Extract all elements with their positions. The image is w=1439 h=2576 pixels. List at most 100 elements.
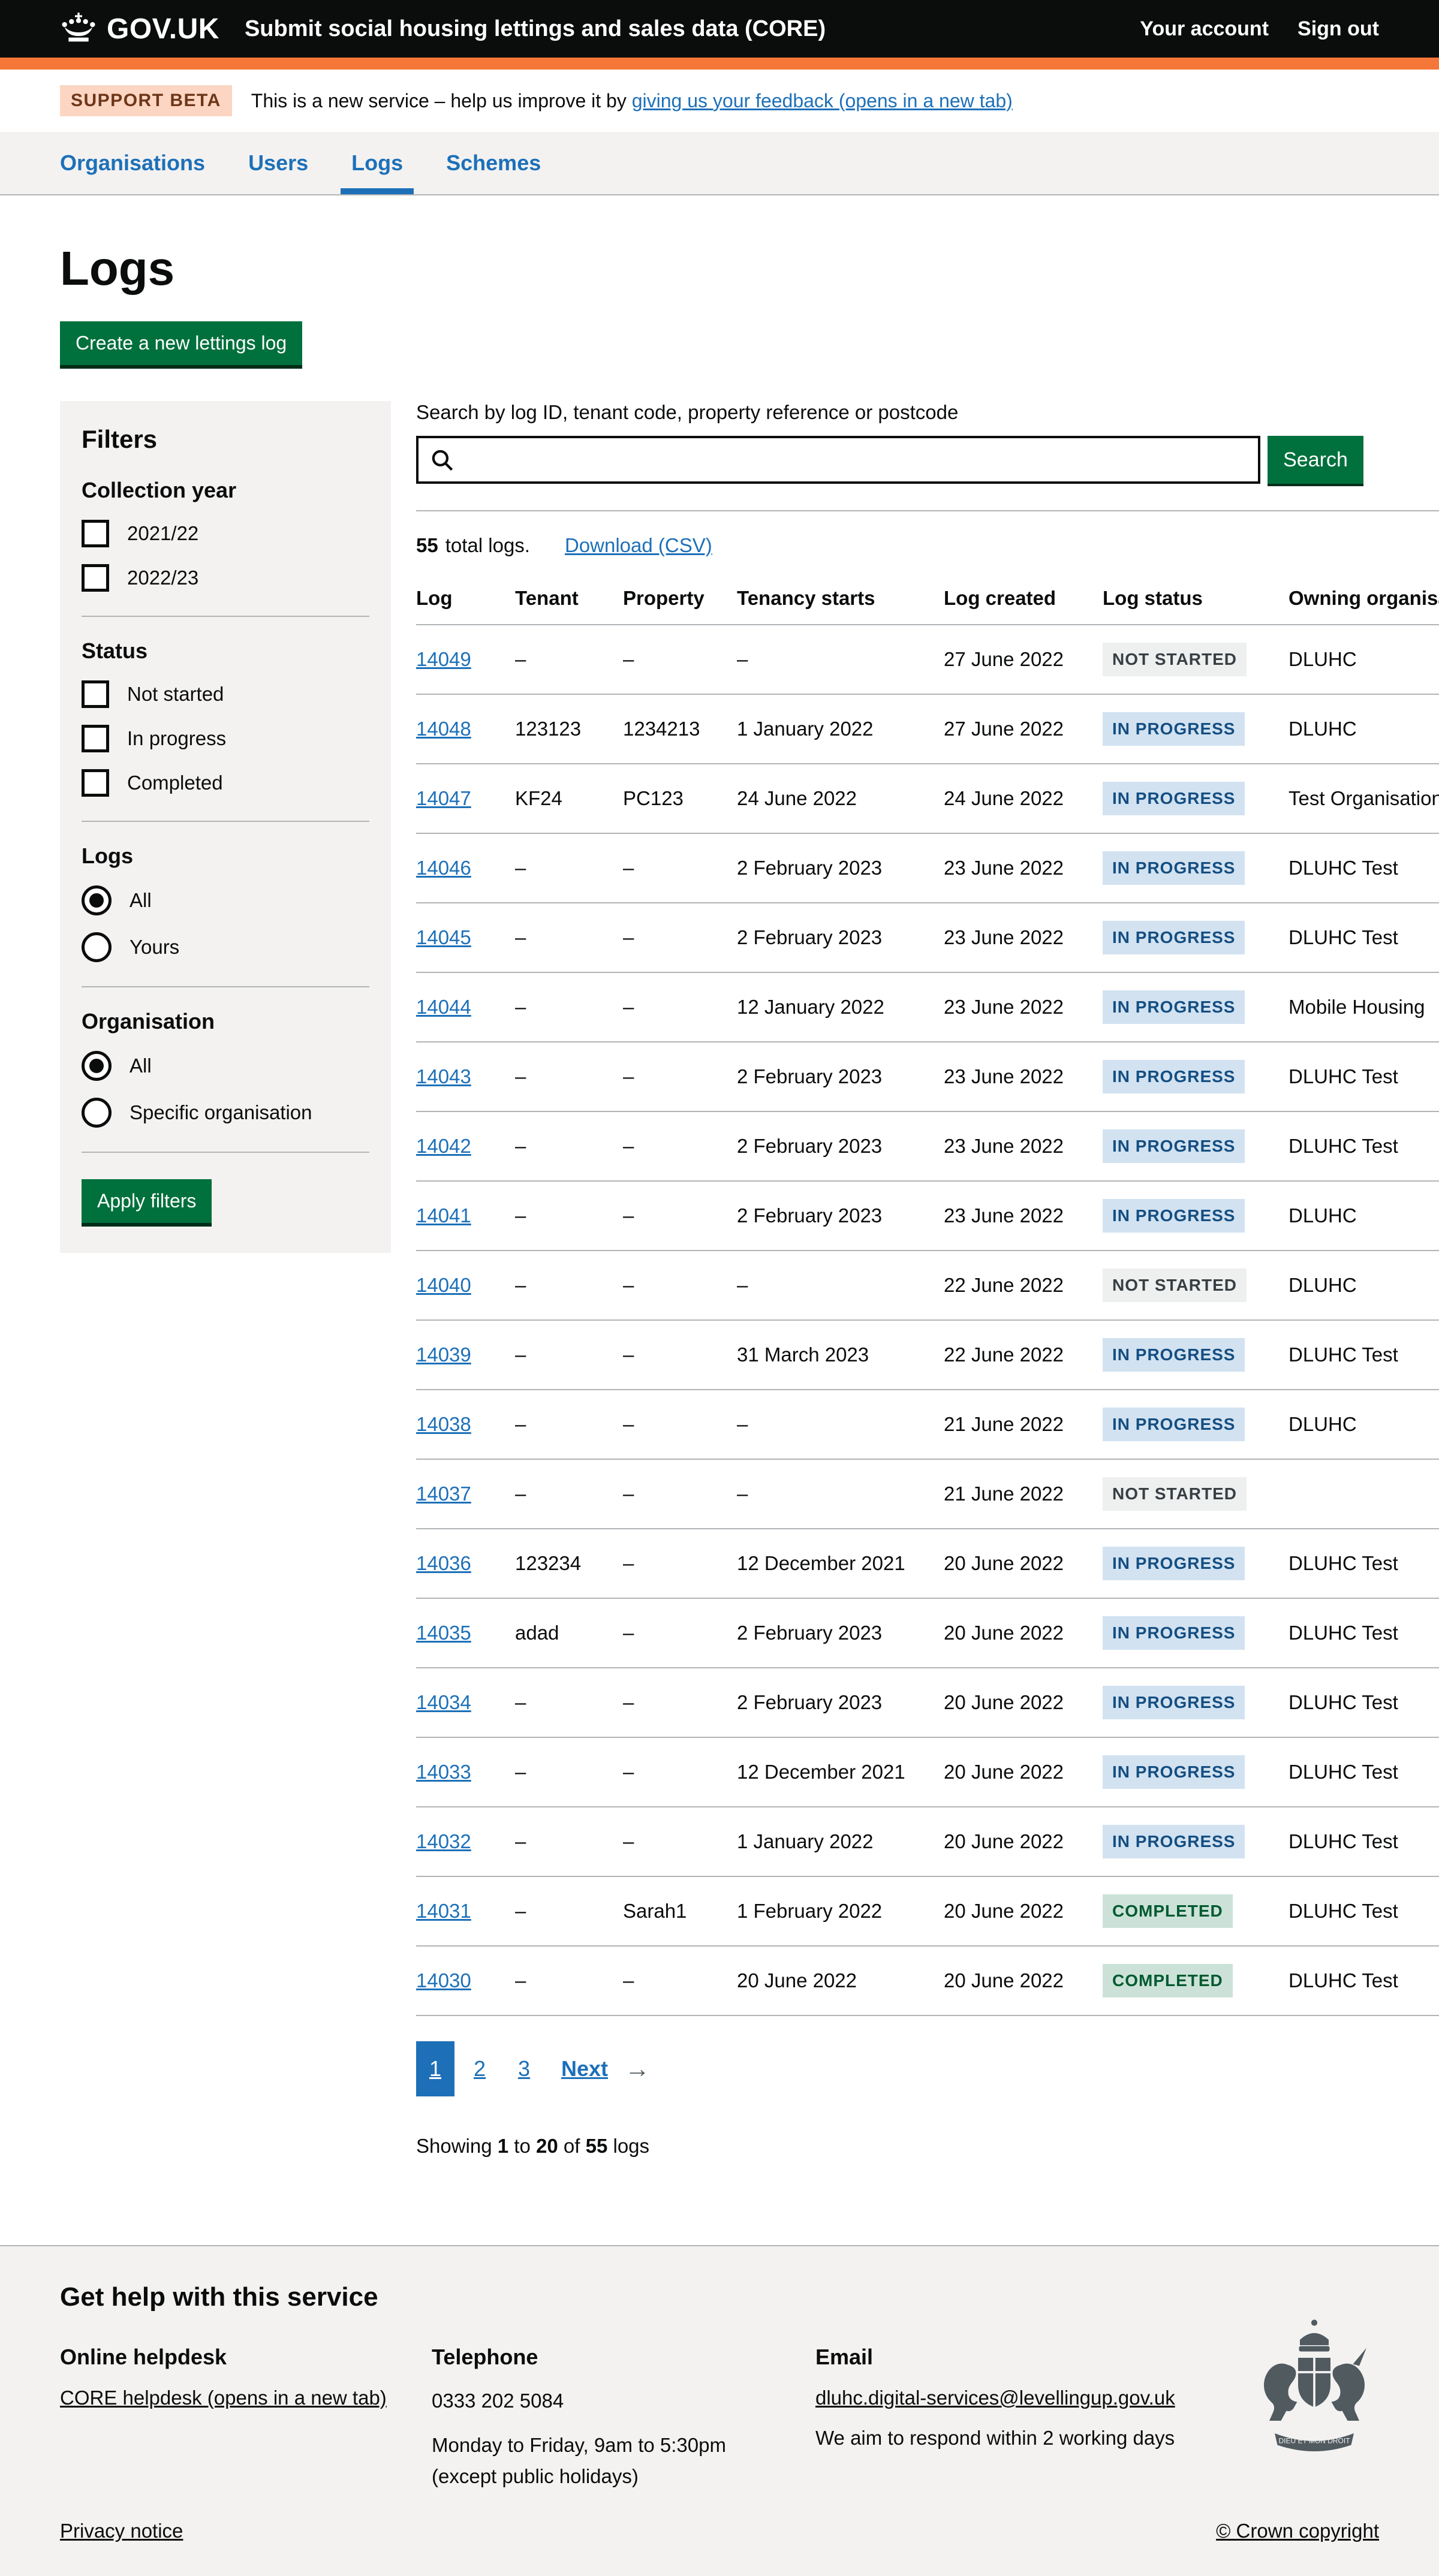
property-cell: – [623, 903, 737, 972]
download-csv-link[interactable]: Download (CSV) [565, 534, 712, 557]
checkbox-option[interactable]: In progress [82, 725, 369, 752]
log-id-link[interactable]: 14046 [416, 857, 471, 879]
radio-option[interactable]: All [82, 1051, 369, 1081]
log-id-link[interactable]: 14033 [416, 1761, 471, 1783]
log-id-link[interactable]: 14043 [416, 1065, 471, 1087]
page-number-link[interactable]: 1 [416, 2041, 454, 2096]
next-page-link[interactable]: Next [561, 2056, 608, 2081]
core-helpdesk-link[interactable]: CORE helpdesk (opens in a new tab) [60, 2387, 387, 2409]
page-number-link[interactable]: 2 [460, 2041, 499, 2096]
radio-button[interactable] [82, 1051, 112, 1081]
radio-option[interactable]: All [82, 885, 369, 915]
checkbox-option[interactable]: 2022/23 [82, 564, 369, 592]
your-account-link[interactable]: Your account [1140, 17, 1269, 41]
status-badge: IN PROGRESS [1103, 782, 1245, 815]
property-cell: – [623, 1251, 737, 1320]
tenant-cell: – [515, 1807, 623, 1876]
results-divider [416, 510, 1439, 511]
table-row: 14032 – – 1 January 2022 20 June 2022 IN… [416, 1807, 1439, 1876]
checkbox[interactable] [82, 725, 109, 752]
tenancy-starts-cell: 2 February 2023 [737, 833, 944, 903]
log-id-link[interactable]: 14040 [416, 1274, 471, 1296]
footer-email: Email dluhc.digital-services@levellingup… [815, 2345, 1235, 2491]
tenancy-starts-cell: 2 February 2023 [737, 1668, 944, 1737]
pagination: 1 2 3 Next → [416, 2041, 1439, 2096]
page-number-link[interactable]: 3 [505, 2041, 543, 2096]
log-id-link[interactable]: 14030 [416, 1969, 471, 1991]
search-button[interactable]: Search [1268, 436, 1363, 484]
radio-option[interactable]: Yours [82, 932, 369, 962]
log-id-link[interactable]: 14041 [416, 1204, 471, 1227]
log-id-link[interactable]: 14047 [416, 787, 471, 809]
nav-item[interactable]: Organisations [60, 132, 205, 194]
nav-item[interactable]: Users [248, 132, 308, 194]
column-header: Tenant [515, 587, 623, 625]
checkbox[interactable] [82, 680, 109, 708]
service-name[interactable]: Submit social housing lettings and sales… [245, 16, 826, 42]
log-id-link[interactable]: 14038 [416, 1413, 471, 1435]
owning-organisation-cell: DLUHC Test [1289, 833, 1439, 903]
footer-online-helpdesk: Online helpdesk CORE helpdesk (opens in … [60, 2345, 432, 2491]
log-id-link[interactable]: 14035 [416, 1622, 471, 1644]
create-lettings-log-button[interactable]: Create a new lettings log [60, 321, 302, 365]
royal-coat-of-arms-icon: DIEU ET MON DROIT [1260, 2317, 1368, 2466]
log-id-link[interactable]: 14042 [416, 1135, 471, 1157]
status-badge: IN PROGRESS [1103, 1199, 1245, 1233]
nav-item[interactable]: Schemes [446, 132, 541, 194]
feedback-link[interactable]: giving us your feedback (opens in a new … [632, 90, 1013, 112]
gov-header: GOV.UK Submit social housing lettings an… [0, 0, 1439, 58]
nav-item[interactable]: Logs [351, 132, 403, 194]
log-id-link[interactable]: 14036 [416, 1552, 471, 1574]
filter-group-collection-year: Collection year 2021/22 2022/23 [82, 478, 369, 617]
owning-organisation-cell: DLUHC [1289, 1181, 1439, 1251]
radio-option[interactable]: Specific organisation [82, 1098, 369, 1128]
log-id-link[interactable]: 14048 [416, 718, 471, 740]
table-row: 14044 – – 12 January 2022 23 June 2022 I… [416, 972, 1439, 1042]
property-cell: – [623, 972, 737, 1042]
apply-filters-button[interactable]: Apply filters [82, 1179, 212, 1223]
owning-organisation-cell: DLUHC [1289, 694, 1439, 764]
log-id-link[interactable]: 14039 [416, 1343, 471, 1366]
filter-group-logs: Logs All Yours [82, 843, 369, 987]
owning-organisation-cell [1289, 1459, 1439, 1529]
tenancy-starts-cell: 2 February 2023 [737, 903, 944, 972]
log-id-link[interactable]: 14037 [416, 1483, 471, 1505]
status-badge: IN PROGRESS [1103, 1338, 1245, 1372]
checkbox[interactable] [82, 520, 109, 547]
log-id-link[interactable]: 14049 [416, 648, 471, 670]
radio-button[interactable] [82, 885, 112, 915]
log-id-link[interactable]: 14031 [416, 1900, 471, 1922]
radio-button[interactable] [82, 1098, 112, 1128]
owning-organisation-cell: DLUHC [1289, 1390, 1439, 1459]
tenant-cell: – [515, 833, 623, 903]
logs-table-wrap: Log Tenant Property Tenancy starts Log c… [416, 587, 1439, 2016]
log-id-link[interactable]: 14032 [416, 1830, 471, 1852]
status-badge: COMPLETED [1103, 1894, 1233, 1928]
checkbox[interactable] [82, 769, 109, 797]
table-row: 14046 – – 2 February 2023 23 June 2022 I… [416, 833, 1439, 903]
log-id-link[interactable]: 14034 [416, 1691, 471, 1713]
tenancy-starts-cell: 12 December 2021 [737, 1737, 944, 1807]
gov-footer: Get help with this service Online helpde… [0, 2245, 1439, 2576]
radio-button[interactable] [82, 932, 112, 962]
telephone-number: 0333 202 5084 [432, 2387, 815, 2415]
crown-copyright-link[interactable]: © Crown copyright [1216, 2520, 1379, 2542]
sign-out-link[interactable]: Sign out [1297, 17, 1379, 41]
checkbox-option[interactable]: 2021/22 [82, 520, 369, 547]
govuk-logo[interactable]: GOV.UK [60, 13, 219, 46]
checkbox-option[interactable]: Completed [82, 769, 369, 797]
email-link[interactable]: dluhc.digital-services@levellingup.gov.u… [815, 2387, 1175, 2409]
owning-organisation-cell: DLUHC Test [1289, 1529, 1439, 1598]
tenant-cell: – [515, 1668, 623, 1737]
checkbox[interactable] [82, 564, 109, 592]
status-badge: IN PROGRESS [1103, 1060, 1245, 1093]
search-input[interactable] [416, 436, 1260, 484]
table-row: 14034 – – 2 February 2023 20 June 2022 I… [416, 1668, 1439, 1737]
status-badge: IN PROGRESS [1103, 1825, 1245, 1858]
column-header: Owning organisation [1289, 587, 1439, 625]
checkbox-option[interactable]: Not started [82, 680, 369, 708]
privacy-notice-link[interactable]: Privacy notice [60, 2520, 183, 2542]
log-created-cell: 20 June 2022 [944, 1737, 1103, 1807]
log-id-link[interactable]: 14044 [416, 996, 471, 1018]
log-id-link[interactable]: 14045 [416, 926, 471, 948]
